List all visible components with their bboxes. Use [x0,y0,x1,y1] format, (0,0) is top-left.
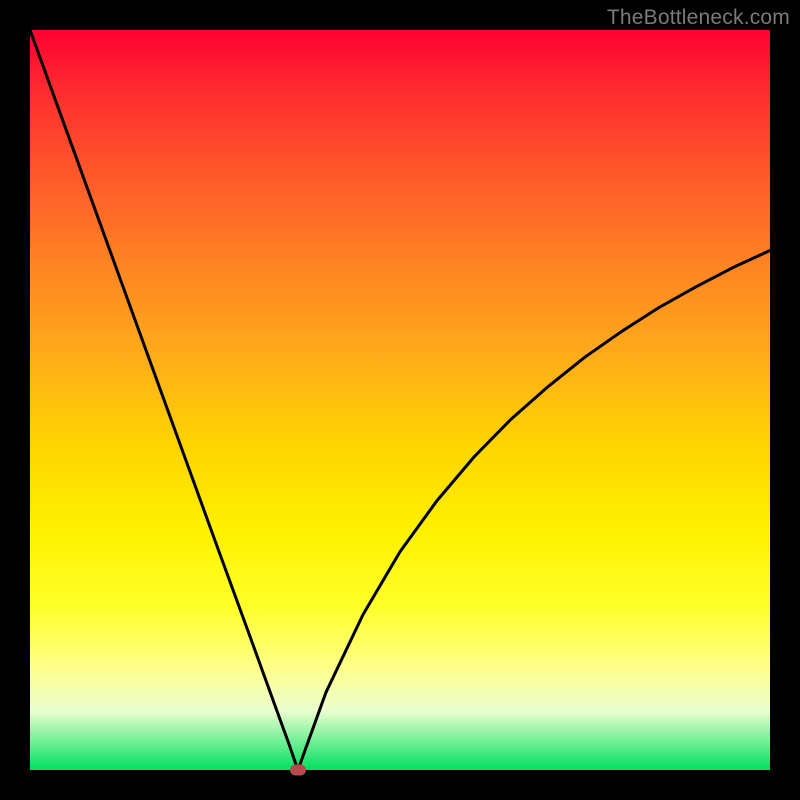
bottleneck-curve-path [30,30,770,770]
optimum-marker [290,765,306,776]
curve-svg [30,30,770,770]
chart-frame: TheBottleneck.com [0,0,800,800]
watermark-text: TheBottleneck.com [607,6,790,30]
plot-area [30,30,770,770]
